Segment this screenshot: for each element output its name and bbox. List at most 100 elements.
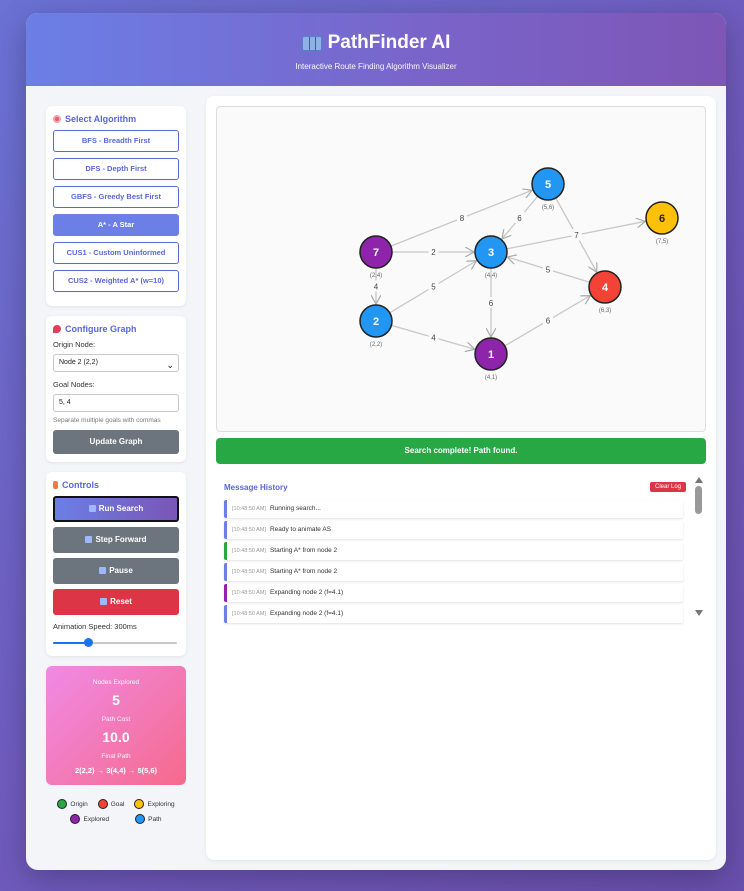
scroll-thumb[interactable] (695, 486, 702, 514)
update-graph-button[interactable]: Update Graph (53, 430, 179, 454)
sidebar: Select Algorithm BFS - Breadth First DFS … (46, 106, 186, 829)
algorithm-button[interactable]: CUS2 - Weighted A* (w=10) (53, 270, 179, 292)
final-path-label: Final Path (101, 753, 131, 760)
algorithm-title: Select Algorithm (65, 114, 137, 124)
algorithm-button[interactable]: BFS - Breadth First (53, 130, 179, 152)
legend-goal: Goal (97, 799, 125, 809)
target-icon (53, 115, 61, 123)
legend-exploring: Exploring (134, 799, 175, 809)
app-subtitle: Interactive Route Finding Algorithm Visu… (295, 62, 457, 71)
scroll-down-icon[interactable] (695, 610, 703, 616)
graph-node-label: 5 (545, 179, 551, 191)
graph-node-label: 7 (373, 247, 379, 259)
log-entry: [10:48:50 AM] Starting A* from node 2 (224, 542, 683, 560)
log-text: Running search... (269, 505, 321, 512)
message-history: Message History Clear Log [10:48:50 AM] R… (216, 472, 706, 623)
log-entry: [10:48:50 AM] Expanding node 2 (f=4.1) (224, 584, 683, 602)
path-cost-label: Path Cost (101, 716, 131, 723)
controls-card: Controls Run Search Step Forward Pause R… (46, 472, 186, 656)
stats-panel: Nodes Explored 5 Path Cost 10.0 Final Pa… (46, 666, 186, 785)
run-search-button[interactable]: Run Search (53, 496, 179, 522)
edge-weight-label: 7 (574, 231, 579, 240)
algorithm-button-list: BFS - Breadth First DFS - Depth First GBFS… (53, 130, 179, 292)
exploring-dot (134, 799, 145, 809)
graph-svg: 8 2 4 5 4 6 6 7 5 6 7 1 (4,1) 2 (2,2) 3 (4,4) 4 (6,3) 5 (5,6… (359, 167, 679, 381)
legend-explored-label: Explored (83, 815, 110, 823)
reset-icon (100, 598, 108, 605)
nodes-explored-label: Nodes Explored (92, 679, 140, 686)
log-timestamp: [10:48:50 AM] (232, 590, 266, 596)
configure-title: Configure Graph (65, 324, 137, 334)
graph-node-coord: (2,2) (370, 342, 382, 348)
reset-label: Reset (110, 597, 132, 606)
graph-node-coord: (4,1) (485, 375, 497, 381)
app-window: PathFinder AI Interactive Route Finding … (26, 13, 726, 870)
graph-node-coord: (4,4) (485, 273, 497, 279)
legend-row: Explored Path (46, 814, 186, 824)
legend-row: Origin Goal Exploring (46, 799, 186, 809)
log-text: Ready to animate AS (269, 526, 332, 533)
path-cost-value: 10.0 (102, 729, 130, 745)
controls-title: Controls (62, 480, 99, 490)
log-timestamp: [10:48:50 AM] (232, 506, 266, 512)
edge-weight-label: 5 (546, 266, 551, 275)
legend-path: Path (135, 814, 162, 824)
log-entry: [10:48:50 AM] Ready to animate AS (224, 521, 683, 539)
speed-slider[interactable] (53, 638, 177, 648)
origin-select[interactable]: Node 2 (2,2) ⌄ (53, 354, 179, 372)
controls-card-title: Controls (53, 480, 179, 490)
app-title-row: PathFinder AI (26, 13, 726, 54)
algorithm-button[interactable]: A* - A Star (53, 214, 179, 236)
pause-button[interactable]: Pause (53, 558, 179, 584)
nodes-explored-value: 5 (112, 692, 120, 708)
goal-input[interactable]: 5, 4 (53, 394, 179, 412)
history-title: Message History (224, 482, 288, 492)
origin-label: Origin Node: (53, 340, 96, 349)
graph-node-label: 1 (488, 349, 494, 361)
configure-card: Configure Graph Origin Node: Node 2 (2,2… (46, 316, 186, 462)
history-scrollbar[interactable] (694, 472, 704, 618)
path-dot (135, 814, 146, 824)
slider-fill (53, 642, 88, 644)
clear-log-button[interactable]: Clear Log (649, 482, 686, 492)
step-icon (85, 536, 93, 543)
step-forward-label: Step Forward (95, 535, 147, 544)
step-forward-button[interactable]: Step Forward (53, 527, 179, 553)
legend-goal-label: Goal (110, 800, 125, 808)
log-list: [10:48:50 AM] Running search... [10:48:50 … (224, 500, 683, 626)
status-bar: Search complete! Path found. (216, 438, 706, 464)
algorithm-button[interactable]: DFS - Depth First (53, 158, 179, 180)
algorithm-card-title: Select Algorithm (53, 114, 179, 124)
edge-weight-label: 6 (489, 299, 494, 308)
edge-weight-label: 6 (517, 214, 522, 223)
pause-label: Pause (109, 566, 133, 575)
run-search-label: Run Search (98, 504, 144, 513)
graph-node-label: 3 (488, 247, 494, 259)
log-entry: [10:48:50 AM] Running search... (224, 500, 683, 518)
app-header: PathFinder AI Interactive Route Finding … (26, 13, 726, 86)
edge-weight-label: 4 (374, 283, 379, 292)
algorithm-button[interactable]: CUS1 - Custom Uninformed (53, 242, 179, 264)
log-entry: [10:48:50 AM] Starting A* from node 2 (224, 563, 683, 581)
legend-explored: Explored (70, 814, 109, 824)
slider-thumb[interactable] (83, 638, 93, 647)
reset-button[interactable]: Reset (53, 589, 179, 615)
graph-canvas[interactable]: 8 2 4 5 4 6 6 7 5 6 7 1 (4,1) 2 (2,2) 3 (4,4) 4 (6,3) 5 (5,6… (216, 106, 706, 432)
algorithm-button[interactable]: GBFS - Greedy Best First (53, 186, 179, 208)
legend: Origin Goal Exploring Explored Path (46, 799, 186, 824)
edge-weight-label: 8 (460, 214, 465, 223)
log-text: Expanding node 2 (f=4.1) (269, 589, 344, 596)
legend-origin: Origin (57, 799, 88, 809)
lightning-icon (53, 481, 58, 489)
graph-node-label: 6 (659, 213, 665, 225)
edge-weight-label: 5 (431, 283, 436, 292)
scroll-up-icon[interactable] (695, 477, 703, 483)
graph-node-coord: (7,5) (656, 239, 668, 245)
app-title: PathFinder AI (327, 32, 451, 53)
log-text: Expanding node 2 (f=4.1) (269, 610, 344, 617)
graph-node-label: 4 (602, 282, 609, 294)
log-timestamp: [10:48:50 AM] (232, 569, 266, 575)
goal-input-value: 5, 4 (59, 399, 71, 406)
origin-dot (57, 799, 68, 809)
edge-weight-label: 4 (431, 334, 436, 343)
